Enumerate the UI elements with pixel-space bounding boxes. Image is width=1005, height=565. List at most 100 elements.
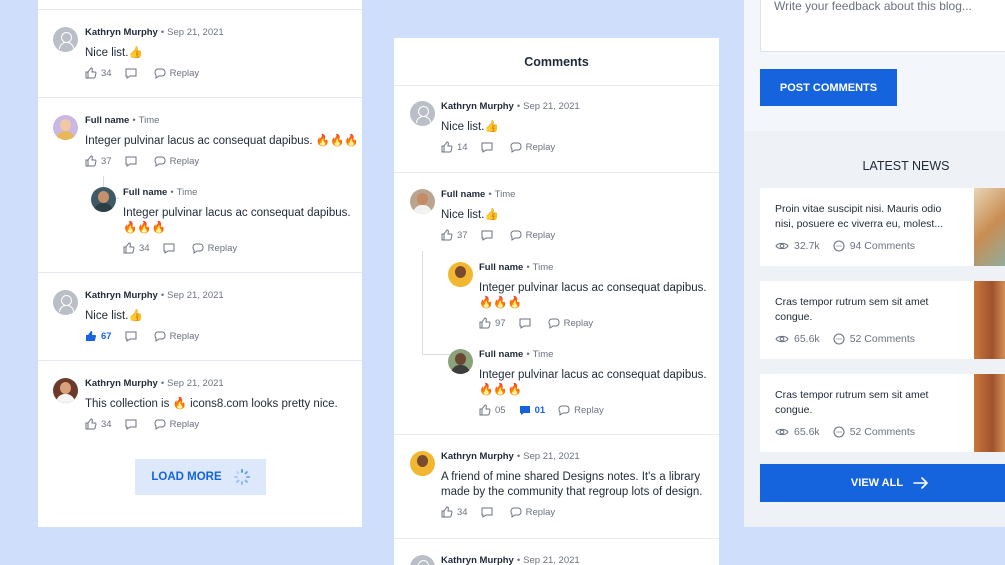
thumbs-up-filled-icon: [86, 331, 97, 341]
news-card[interactable]: Proin vitae suscipit nisi. Mauris odio n…: [760, 188, 1005, 266]
reply-bubble-button[interactable]: [519, 318, 535, 329]
reply-bubble-button[interactable]: [125, 156, 141, 167]
like-button[interactable]: 97: [479, 317, 506, 329]
avatar: [448, 349, 473, 374]
comment-filled-icon: [519, 405, 530, 415]
divider: [394, 434, 719, 435]
author-name: Full name: [441, 189, 486, 200]
reply-label: Replay: [169, 330, 200, 342]
comment-date: Sep 21, 2021: [523, 555, 580, 565]
avatar: [410, 451, 435, 476]
reply-button[interactable]: Replay: [510, 141, 556, 153]
news-thumbnail: [974, 188, 1005, 266]
reply-button[interactable]: Replay: [548, 317, 594, 329]
like-button-active[interactable]: 67: [85, 330, 112, 342]
arrow-right-icon: [913, 477, 928, 489]
replay-icon: [154, 331, 166, 342]
reply-label: Replay: [563, 317, 594, 329]
load-more-label: LOAD MORE: [151, 471, 222, 483]
comment-text: Nice list.👍: [85, 310, 143, 322]
like-button[interactable]: 37: [441, 229, 468, 241]
like-button[interactable]: 34: [123, 242, 150, 254]
view-all-button[interactable]: VIEW ALL: [760, 464, 1005, 502]
like-count: 05: [495, 404, 506, 416]
divider: [38, 9, 362, 10]
reply-bubble-button[interactable]: [125, 68, 141, 79]
comment-reply: Full name • Time Integer pulvinar lacus ac…: [432, 349, 719, 416]
comment-icon: [125, 331, 137, 342]
like-button[interactable]: 34: [441, 506, 468, 518]
comment-date: Sep 21, 2021: [167, 27, 224, 38]
divider: [394, 538, 719, 539]
view-all-label: VIEW ALL: [850, 477, 904, 489]
reply-label: Replay: [169, 67, 200, 79]
divider: [38, 272, 362, 273]
thumbs-up-icon: [479, 317, 491, 329]
like-count: 34: [101, 418, 112, 430]
reply-bubble-button[interactable]: [481, 142, 497, 153]
comment-icon: [125, 68, 137, 79]
reply-bubble-button[interactable]: [481, 230, 497, 241]
reply-button[interactable]: Replay: [154, 155, 200, 167]
reply-button[interactable]: Replay: [558, 405, 604, 416]
like-count: 97: [495, 317, 506, 329]
replay-icon: [154, 68, 166, 79]
like-button[interactable]: 05: [479, 404, 506, 416]
like-count: 14: [457, 141, 468, 153]
news-card[interactable]: Cras tempor rutrum sem sit amet congue. …: [760, 281, 1005, 359]
reply-button[interactable]: Replay: [154, 330, 200, 342]
comment-meta: Kathryn Murphy • Sep 21, 2021: [85, 27, 224, 38]
like-button[interactable]: 14: [441, 141, 468, 153]
reply-bubble-button[interactable]: [125, 419, 141, 430]
news-card[interactable]: Cras tempor rutrum sem sit amet congue. …: [760, 374, 1005, 452]
like-button[interactable]: 34: [85, 418, 112, 430]
avatar: [410, 101, 435, 126]
divider: [38, 360, 362, 361]
reply-button[interactable]: Replay: [192, 243, 237, 254]
thumbs-up-icon: [85, 418, 97, 430]
latest-news-title: LATEST NEWS: [862, 159, 950, 173]
thumbs-up-icon: [123, 242, 135, 254]
reply-label: Replay: [525, 141, 556, 153]
post-comments-button[interactable]: POST COMMENTS: [760, 69, 897, 106]
comment-icon: [481, 142, 493, 153]
reply-button[interactable]: Replay: [154, 67, 200, 79]
author-name: Kathryn Murphy: [85, 290, 158, 301]
comment-text: Nice list.👍: [441, 209, 499, 221]
news-title: Cras tempor rutrum sem sit amet congue.: [775, 296, 929, 323]
feedback-textarea[interactable]: Write your feedback about this blog...: [760, 0, 1005, 52]
news-thumbnail: [974, 281, 1005, 359]
avatar: [53, 378, 78, 403]
divider: [38, 97, 362, 98]
like-count: 34: [101, 67, 112, 79]
reply-bubble-button[interactable]: [125, 331, 141, 342]
thumbs-up-icon: [479, 404, 491, 416]
avatar: [410, 189, 435, 214]
eye-icon: [775, 428, 789, 436]
replay-icon: [558, 405, 570, 416]
feedback-placeholder: Write your feedback about this blog...: [774, 0, 972, 13]
comments-title: Comments: [524, 54, 589, 69]
reply-bubble-button[interactable]: [481, 507, 497, 518]
avatar: [410, 555, 435, 565]
comment-icon: [519, 318, 531, 329]
author-name: Full name: [479, 262, 524, 273]
like-button[interactable]: 37: [85, 155, 112, 167]
reply-label: Replay: [169, 155, 200, 167]
replay-icon: [510, 230, 522, 241]
dislike-count: 01: [534, 404, 546, 416]
comment-text: A friend of mine shared Designs notes. I…: [441, 471, 703, 498]
reply-button[interactable]: Replay: [510, 507, 555, 518]
dislike-button-active[interactable]: 01: [519, 404, 546, 416]
comment-reply: Full name • Time Integer pulvinar lacus ac…: [76, 187, 356, 254]
comment-text: Integer pulvinar lacus ac consequat dapi…: [479, 369, 707, 396]
reply-button[interactable]: Replay: [154, 419, 199, 430]
load-more-button[interactable]: LOAD MORE: [135, 459, 266, 495]
reply-bubble-button[interactable]: [163, 243, 179, 254]
like-button[interactable]: 34: [85, 67, 112, 79]
view-count: 65.6k: [794, 426, 820, 438]
comment-date: Time: [138, 115, 160, 126]
avatar: [91, 187, 116, 212]
reply-label: Replay: [574, 404, 604, 416]
reply-button[interactable]: Replay: [510, 230, 555, 241]
